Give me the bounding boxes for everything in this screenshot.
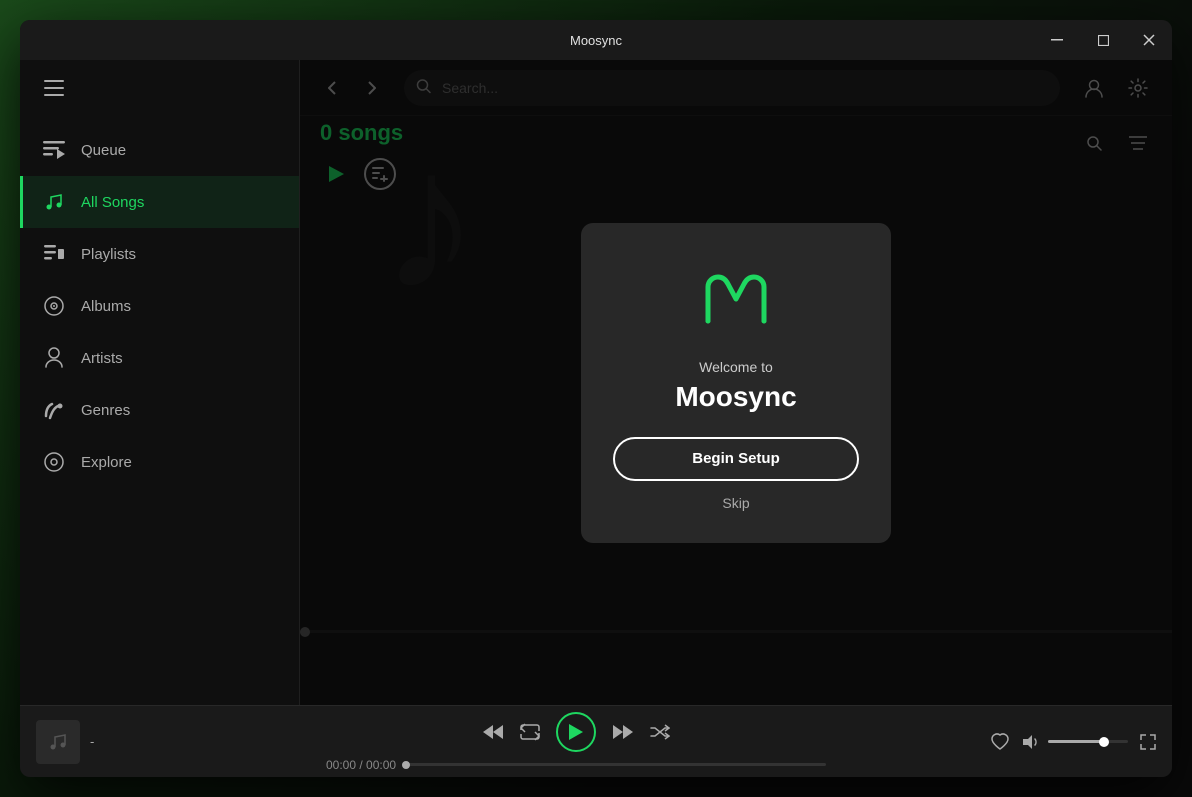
sidebar-item-genres-label: Genres <box>81 402 130 419</box>
shuffle-button[interactable] <box>650 723 670 741</box>
title-bar-text: Moosync <box>570 33 622 48</box>
sidebar-item-playlists-label: Playlists <box>81 246 136 263</box>
music-icon <box>43 191 65 213</box>
player-center: 00:00 / 00:00 <box>156 712 996 772</box>
volume-bar[interactable] <box>1048 740 1128 743</box>
hamburger-button[interactable] <box>36 70 72 106</box>
main-area: Queue All Songs <box>20 60 1172 705</box>
player-left: - <box>36 720 156 764</box>
app-window: Moosync <box>20 20 1172 777</box>
sidebar-item-genres[interactable]: Genres <box>20 384 299 436</box>
volume-container <box>1022 734 1128 750</box>
volume-dot <box>1099 737 1109 747</box>
expand-button[interactable] <box>1140 734 1156 750</box>
sidebar-header <box>20 60 299 116</box>
play-pause-button[interactable] <box>556 712 596 752</box>
modal-overlay: Welcome to Moosync Begin Setup Skip <box>300 60 1172 705</box>
progress-dot <box>402 761 410 769</box>
sidebar-item-explore-label: Explore <box>81 454 132 471</box>
window-controls <box>1034 20 1172 60</box>
sidebar-item-queue[interactable]: Queue <box>20 124 299 176</box>
modal-welcome-text: Welcome to <box>699 359 773 375</box>
welcome-modal: Welcome to Moosync Begin Setup Skip <box>581 223 891 543</box>
track-thumbnail <box>36 720 80 764</box>
queue-icon <box>43 139 65 161</box>
modal-title: Moosync <box>675 381 796 413</box>
nav-items: Queue All Songs <box>20 116 299 705</box>
sidebar-item-all-songs-label: All Songs <box>81 194 144 211</box>
fast-forward-button[interactable] <box>612 723 634 741</box>
volume-fill <box>1048 740 1104 743</box>
sidebar-item-artists[interactable]: Artists <box>20 332 299 384</box>
rewind-button[interactable] <box>482 723 504 741</box>
repeat-button[interactable] <box>520 723 540 741</box>
albums-icon <box>43 295 65 317</box>
favorite-button[interactable] <box>990 733 1010 751</box>
close-button[interactable] <box>1126 20 1172 60</box>
sidebar-item-playlists[interactable]: Playlists <box>20 228 299 280</box>
sidebar: Queue All Songs <box>20 60 300 705</box>
track-name: - <box>90 734 94 749</box>
sidebar-item-explore[interactable]: Explore <box>20 436 299 488</box>
content-area: 0 songs <box>300 60 1172 705</box>
title-bar: Moosync <box>20 20 1172 60</box>
sidebar-item-albums[interactable]: Albums <box>20 280 299 332</box>
player-controls <box>482 712 670 752</box>
sidebar-item-all-songs[interactable]: All Songs <box>20 176 299 228</box>
explore-icon <box>43 451 65 473</box>
genres-icon <box>43 399 65 421</box>
volume-button[interactable] <box>1022 734 1040 750</box>
begin-setup-button[interactable]: Begin Setup <box>613 437 859 481</box>
skip-button[interactable]: Skip <box>722 495 749 511</box>
moosync-logo <box>696 259 776 339</box>
playlists-icon <box>43 243 65 265</box>
maximize-button[interactable] <box>1080 20 1126 60</box>
player-right <box>996 733 1156 751</box>
progress-bar[interactable] <box>406 763 826 766</box>
time-display: 00:00 / 00:00 <box>326 758 396 772</box>
sidebar-item-queue-label: Queue <box>81 142 126 159</box>
player-bar: - 00:00 / 00:00 <box>20 705 1172 777</box>
minimize-button[interactable] <box>1034 20 1080 60</box>
sidebar-item-albums-label: Albums <box>81 298 131 315</box>
sidebar-item-artists-label: Artists <box>81 350 123 367</box>
progress-area: 00:00 / 00:00 <box>326 758 826 772</box>
artists-icon <box>43 347 65 369</box>
